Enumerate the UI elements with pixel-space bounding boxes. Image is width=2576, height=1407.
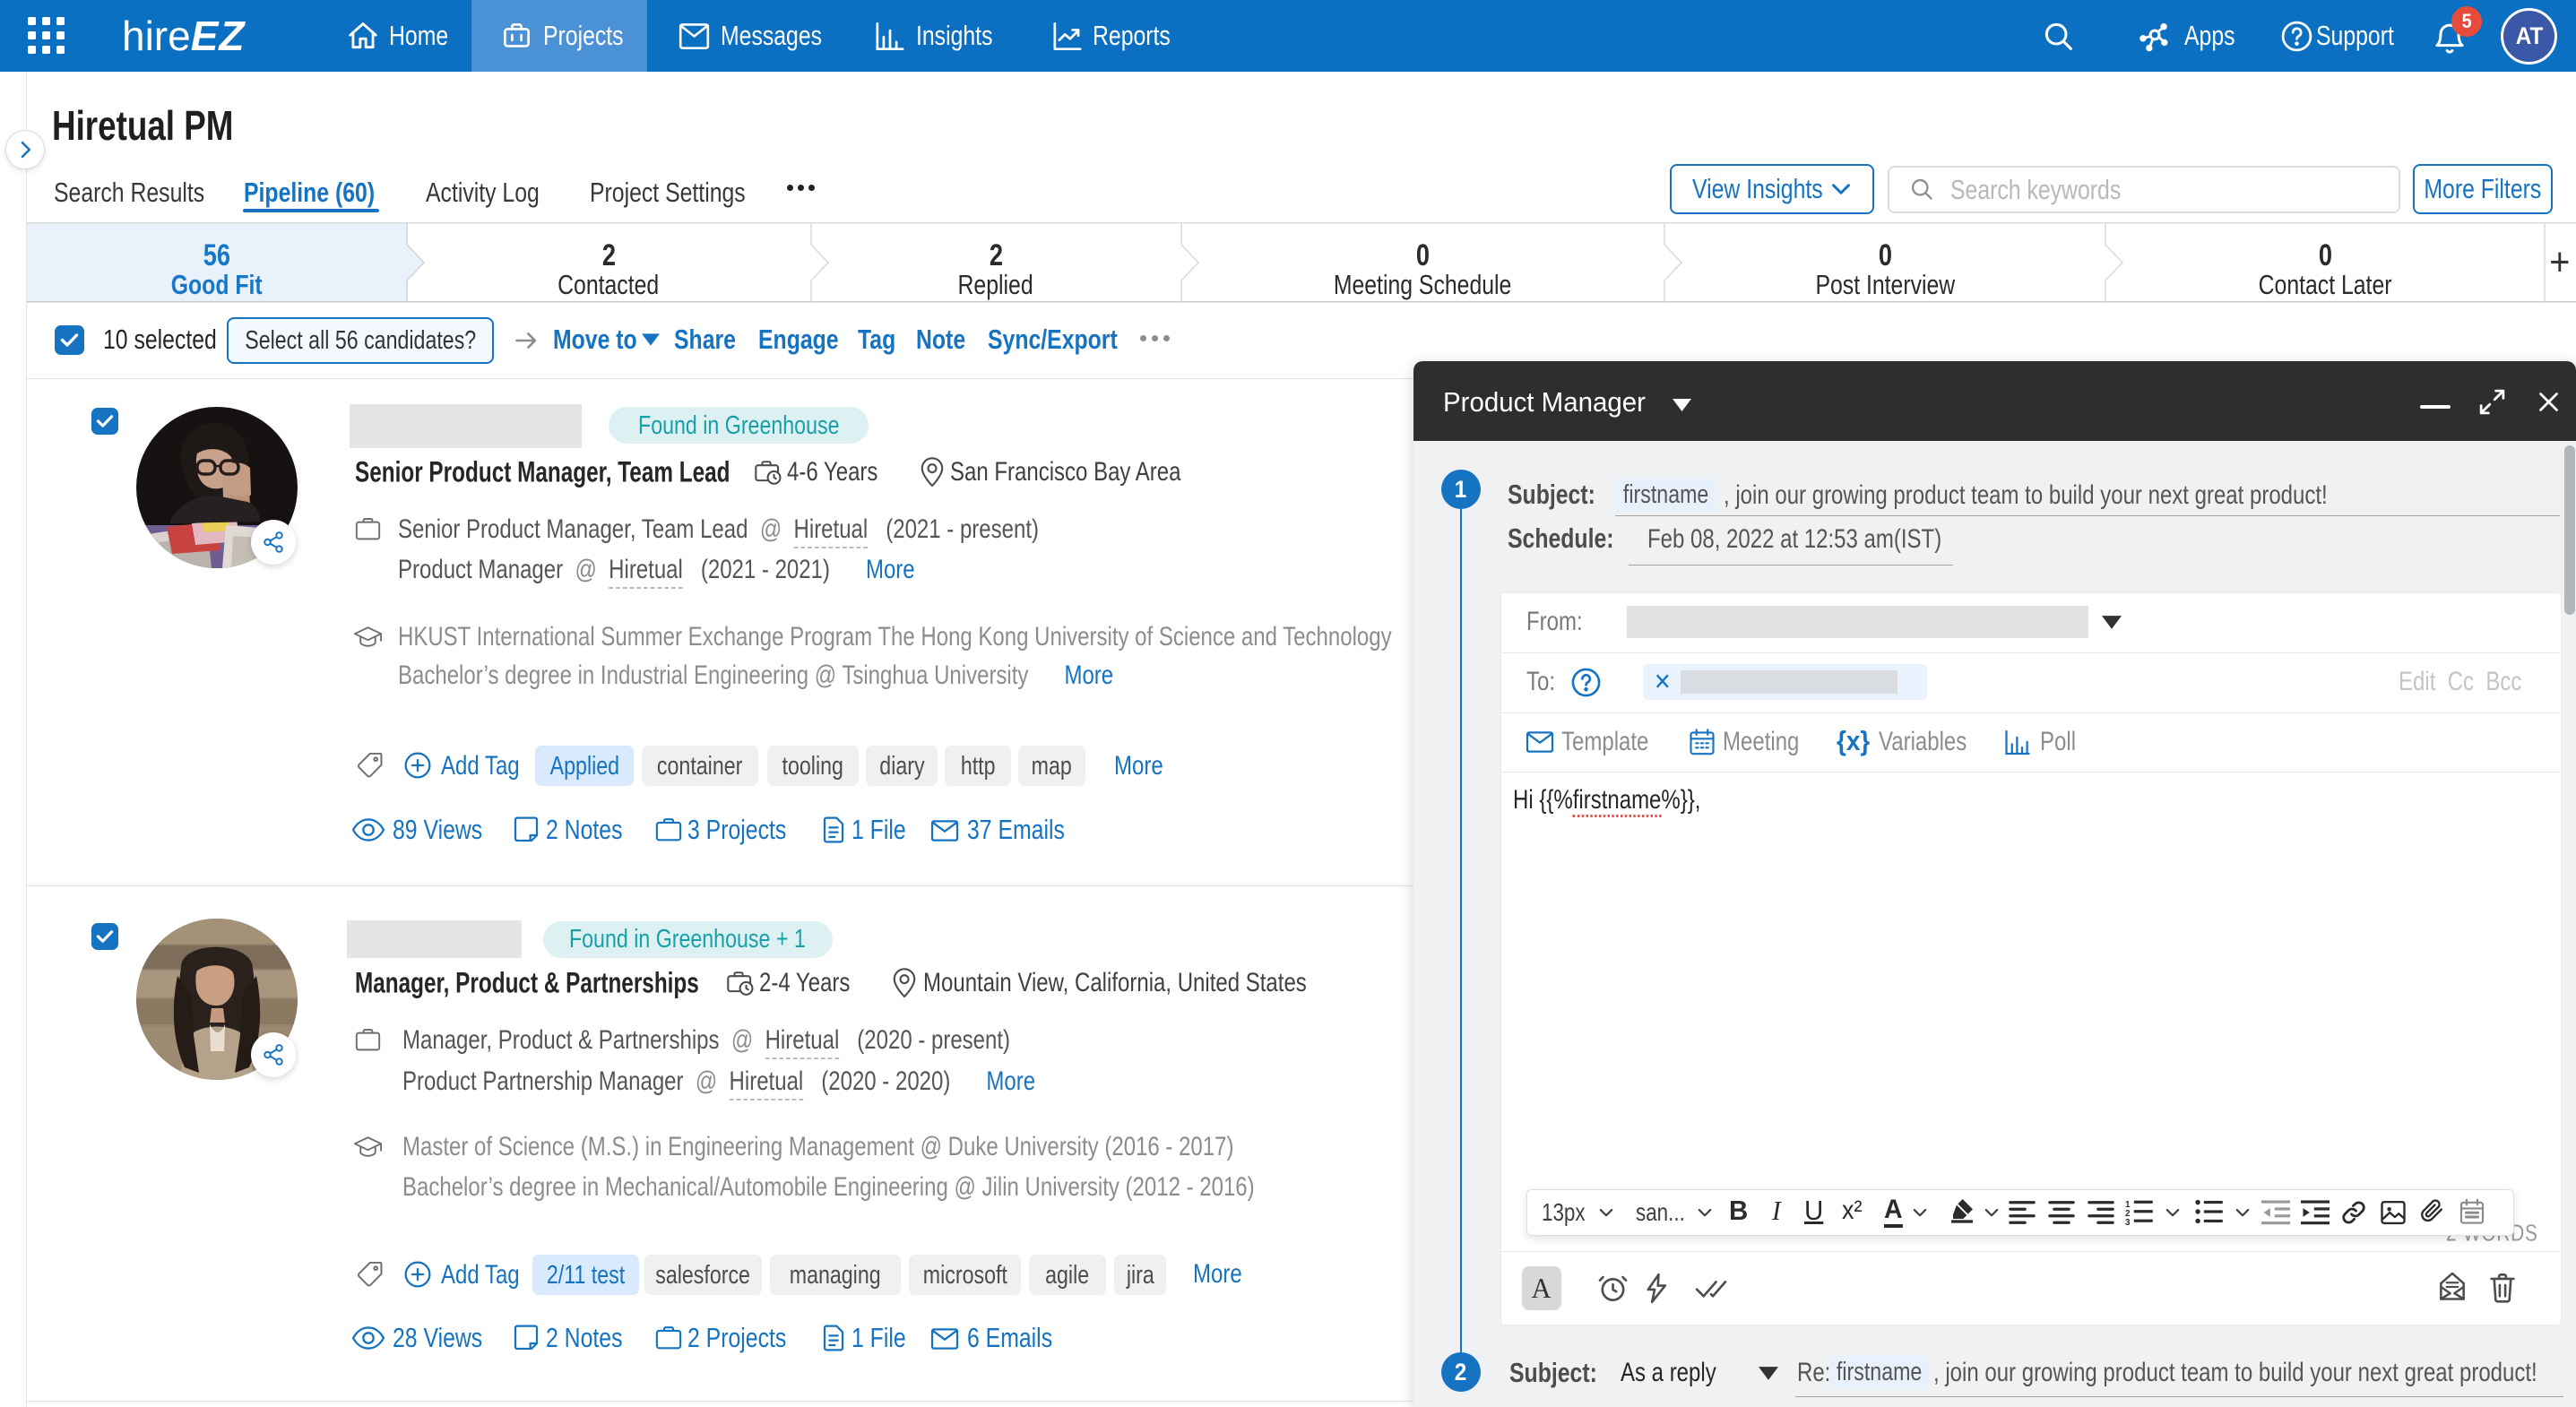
svg-text:3: 3	[2125, 1218, 2131, 1225]
